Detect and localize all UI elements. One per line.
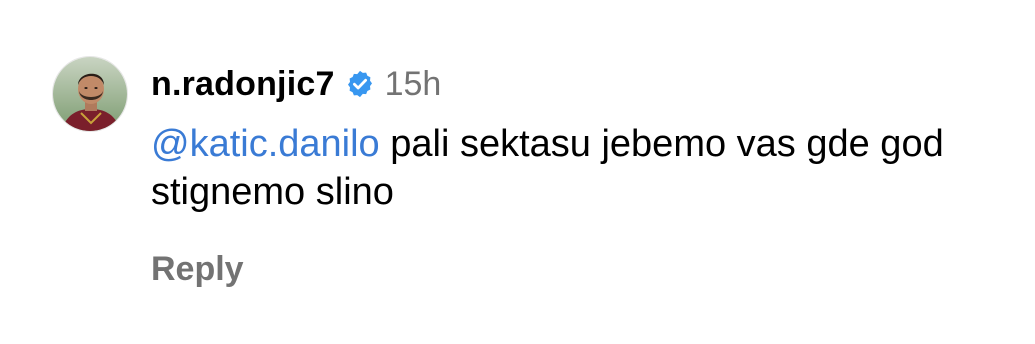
comment: n.radonjic7 15h @katic.danilo pali sekta… (52, 56, 1012, 289)
mention-link[interactable]: @katic.danilo (151, 123, 380, 165)
username[interactable]: n.radonjic7 (151, 65, 335, 104)
verified-badge-icon (345, 69, 375, 99)
comment-content: n.radonjic7 15h @katic.danilo pali sekta… (151, 56, 1012, 289)
reply-button[interactable]: Reply (151, 250, 244, 289)
avatar-image (53, 57, 127, 131)
comment-text: @katic.danilo pali sektasu jebemo vas gd… (151, 120, 1011, 216)
avatar[interactable] (52, 56, 128, 132)
comment-header: n.radonjic7 15h (151, 56, 1012, 112)
timestamp: 15h (384, 64, 442, 103)
